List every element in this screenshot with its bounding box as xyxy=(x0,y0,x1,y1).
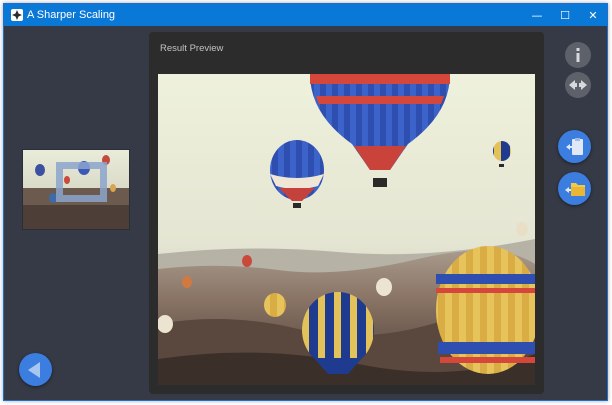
preview-image xyxy=(158,74,535,385)
minimize-button[interactable]: — xyxy=(523,4,551,26)
close-button[interactable]: ✕ xyxy=(579,4,607,26)
compare-arrows-icon xyxy=(569,80,587,90)
panel-title: Result Preview xyxy=(160,43,224,54)
source-thumbnail[interactable] xyxy=(22,149,130,230)
app-window: A Sharper Scaling — ☐ ✕ Result Preview xyxy=(3,3,608,401)
maximize-button[interactable]: ☐ xyxy=(551,4,579,26)
title-bar[interactable]: A Sharper Scaling — ☐ ✕ xyxy=(4,4,607,26)
back-button[interactable] xyxy=(19,353,52,386)
app-icon xyxy=(11,9,23,21)
selection-frame[interactable] xyxy=(56,162,107,202)
result-preview-panel: Result Preview xyxy=(149,32,544,394)
info-icon xyxy=(576,48,580,62)
copy-to-clipboard-button[interactable] xyxy=(558,130,591,163)
clipboard-icon xyxy=(565,137,583,155)
info-button[interactable] xyxy=(565,42,591,68)
window-title: A Sharper Scaling xyxy=(27,9,116,21)
compare-button[interactable] xyxy=(565,72,591,98)
folder-icon xyxy=(564,182,585,196)
main-area: Result Preview xyxy=(4,26,607,400)
save-to-folder-button[interactable] xyxy=(558,172,591,205)
